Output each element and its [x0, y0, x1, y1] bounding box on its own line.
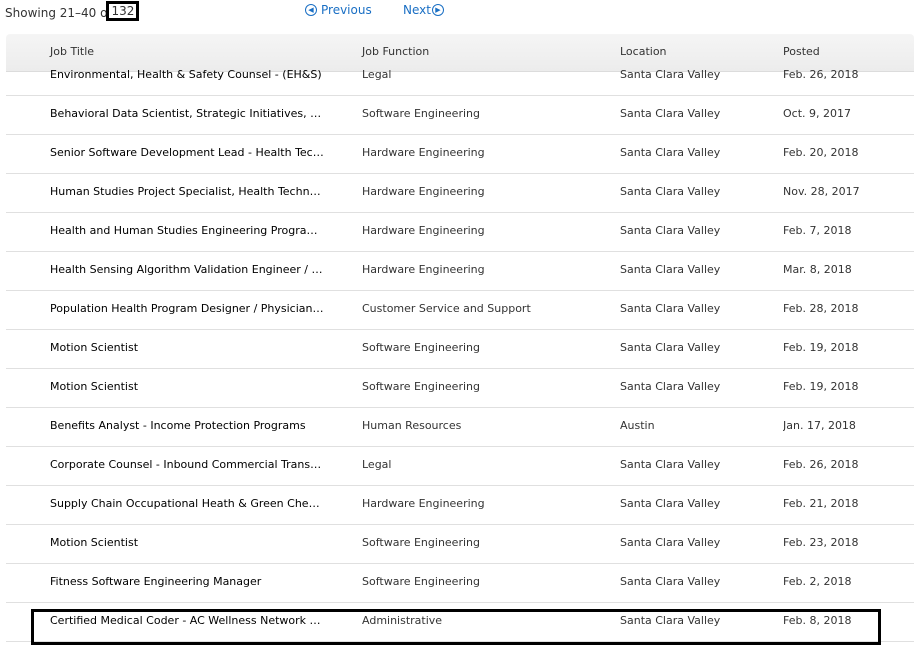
posted-date-cell: Feb. 19, 2018: [783, 341, 859, 354]
job-function-cell: Software Engineering: [362, 341, 480, 354]
job-title-link[interactable]: Senior Software Development Lead - Healt…: [50, 146, 326, 159]
location-cell: Santa Clara Valley: [620, 185, 721, 198]
posted-date-cell: Feb. 28, 2018: [783, 302, 859, 315]
job-function-cell: Legal: [362, 458, 392, 471]
job-function-cell: Hardware Engineering: [362, 185, 485, 198]
job-title-link[interactable]: Motion Scientist: [50, 380, 326, 393]
location-cell: Santa Clara Valley: [620, 146, 721, 159]
table-row[interactable]: Environmental, Health & Safety Counsel -…: [6, 57, 914, 96]
location-cell: Santa Clara Valley: [620, 497, 721, 510]
job-title-link[interactable]: Health and Human Studies Engineering Pro…: [50, 224, 326, 237]
table-row[interactable]: Supply Chain Occupational Heath & Green …: [6, 486, 914, 525]
job-function-cell: Human Resources: [362, 419, 462, 432]
location-cell: Santa Clara Valley: [620, 107, 721, 120]
job-function-cell: Legal: [362, 68, 392, 81]
results-total: 132: [106, 1, 140, 21]
chevron-left-icon: ◀: [305, 3, 317, 16]
job-function-cell: Hardware Engineering: [362, 224, 485, 237]
job-function-cell: Software Engineering: [362, 575, 480, 588]
job-title-link[interactable]: Benefits Analyst - Income Protection Pro…: [50, 419, 326, 432]
posted-date-cell: Feb. 21, 2018: [783, 497, 859, 510]
job-title-link[interactable]: Certified Medical Coder - AC Wellness Ne…: [50, 614, 326, 627]
previous-label: Previous: [321, 3, 372, 17]
job-title-link[interactable]: Environmental, Health & Safety Counsel -…: [50, 68, 326, 81]
job-function-cell: Hardware Engineering: [362, 146, 485, 159]
table-row[interactable]: Health and Human Studies Engineering Pro…: [6, 213, 914, 252]
job-title-link[interactable]: Fitness Software Engineering Manager: [50, 575, 326, 588]
job-title-link[interactable]: Human Studies Project Specialist, Health…: [50, 185, 326, 198]
posted-date-cell: Mar. 8, 2018: [783, 263, 852, 276]
job-function-cell: Customer Service and Support: [362, 302, 531, 315]
table-row[interactable]: Motion Scientist Software Engineering Sant…: [6, 330, 914, 369]
job-title-link[interactable]: Supply Chain Occupational Heath & Green …: [50, 497, 326, 510]
posted-date-cell: Feb. 23, 2018: [783, 536, 859, 549]
location-cell: Santa Clara Valley: [620, 68, 721, 81]
job-function-cell: Software Engineering: [362, 536, 480, 549]
job-title-link[interactable]: Corporate Counsel - Inbound Commercial T…: [50, 458, 326, 471]
posted-date-cell: Feb. 20, 2018: [783, 146, 859, 159]
posted-date-cell: Oct. 9, 2017: [783, 107, 851, 120]
location-cell: Santa Clara Valley: [620, 536, 721, 549]
job-function-cell: Software Engineering: [362, 107, 480, 120]
location-cell: Santa Clara Valley: [620, 575, 721, 588]
table-row[interactable]: Human Studies Project Specialist, Health…: [6, 174, 914, 213]
location-cell: Santa Clara Valley: [620, 341, 721, 354]
posted-date-cell: Feb. 26, 2018: [783, 68, 859, 81]
location-cell: Santa Clara Valley: [620, 380, 721, 393]
posted-date-cell: Feb. 19, 2018: [783, 380, 859, 393]
chevron-right-icon: ▶: [431, 3, 444, 16]
location-cell: Santa Clara Valley: [620, 302, 721, 315]
job-title-link[interactable]: Motion Scientist: [50, 341, 326, 354]
location-cell: Austin: [620, 419, 655, 432]
job-title-link[interactable]: Motion Scientist: [50, 536, 326, 549]
job-function-cell: Hardware Engineering: [362, 263, 485, 276]
table-row[interactable]: Certified Medical Coder - AC Wellness Ne…: [6, 603, 914, 642]
previous-button[interactable]: ◀ Previous: [305, 3, 372, 17]
job-title-link[interactable]: Population Health Program Designer / Phy…: [50, 302, 326, 315]
table-row[interactable]: Motion Scientist Software Engineering Sant…: [6, 525, 914, 564]
next-button[interactable]: Next ▶: [403, 3, 444, 17]
job-function-cell: Administrative: [362, 614, 443, 627]
location-cell: Santa Clara Valley: [620, 263, 721, 276]
job-title-link[interactable]: Behavioral Data Scientist, Strategic Ini…: [50, 107, 326, 120]
job-function-cell: Hardware Engineering: [362, 497, 485, 510]
table-row[interactable]: Benefits Analyst - Income Protection Pro…: [6, 408, 914, 447]
posted-date-cell: Feb. 7, 2018: [783, 224, 852, 237]
posted-date-cell: Jan. 17, 2018: [783, 419, 856, 432]
pagination-bar: Showing 21–40 o 132 ◀ Previous Next ▶: [0, 0, 914, 26]
results-count: Showing 21–40 o 132: [5, 1, 140, 23]
posted-date-cell: Feb. 2, 2018: [783, 575, 852, 588]
jobs-table: Job Title Job Function Location Posted E…: [6, 34, 914, 645]
next-label: Next: [403, 3, 431, 17]
location-cell: Santa Clara Valley: [620, 458, 721, 471]
table-row[interactable]: Behavioral Data Scientist, Strategic Ini…: [6, 96, 914, 135]
table-row[interactable]: Health Sensing Algorithm Validation Engi…: [6, 252, 914, 291]
posted-date-cell: Nov. 28, 2017: [783, 185, 860, 198]
job-title-link[interactable]: Health Sensing Algorithm Validation Engi…: [50, 263, 326, 276]
job-function-cell: Software Engineering: [362, 380, 480, 393]
posted-date-cell: Feb. 8, 2018: [783, 614, 852, 627]
results-count-prefix: Showing 21–40 o: [5, 6, 108, 20]
table-row[interactable]: Motion Scientist Software Engineering Sant…: [6, 369, 914, 408]
table-row[interactable]: Population Health Program Designer / Phy…: [6, 291, 914, 330]
table-row[interactable]: Fitness Software Engineering Manager Soft…: [6, 564, 914, 603]
location-cell: Santa Clara Valley: [620, 224, 721, 237]
posted-date-cell: Feb. 26, 2018: [783, 458, 859, 471]
table-row[interactable]: Senior Software Development Lead - Healt…: [6, 135, 914, 174]
table-row[interactable]: Corporate Counsel - Inbound Commercial T…: [6, 447, 914, 486]
location-cell: Santa Clara Valley: [620, 614, 721, 627]
